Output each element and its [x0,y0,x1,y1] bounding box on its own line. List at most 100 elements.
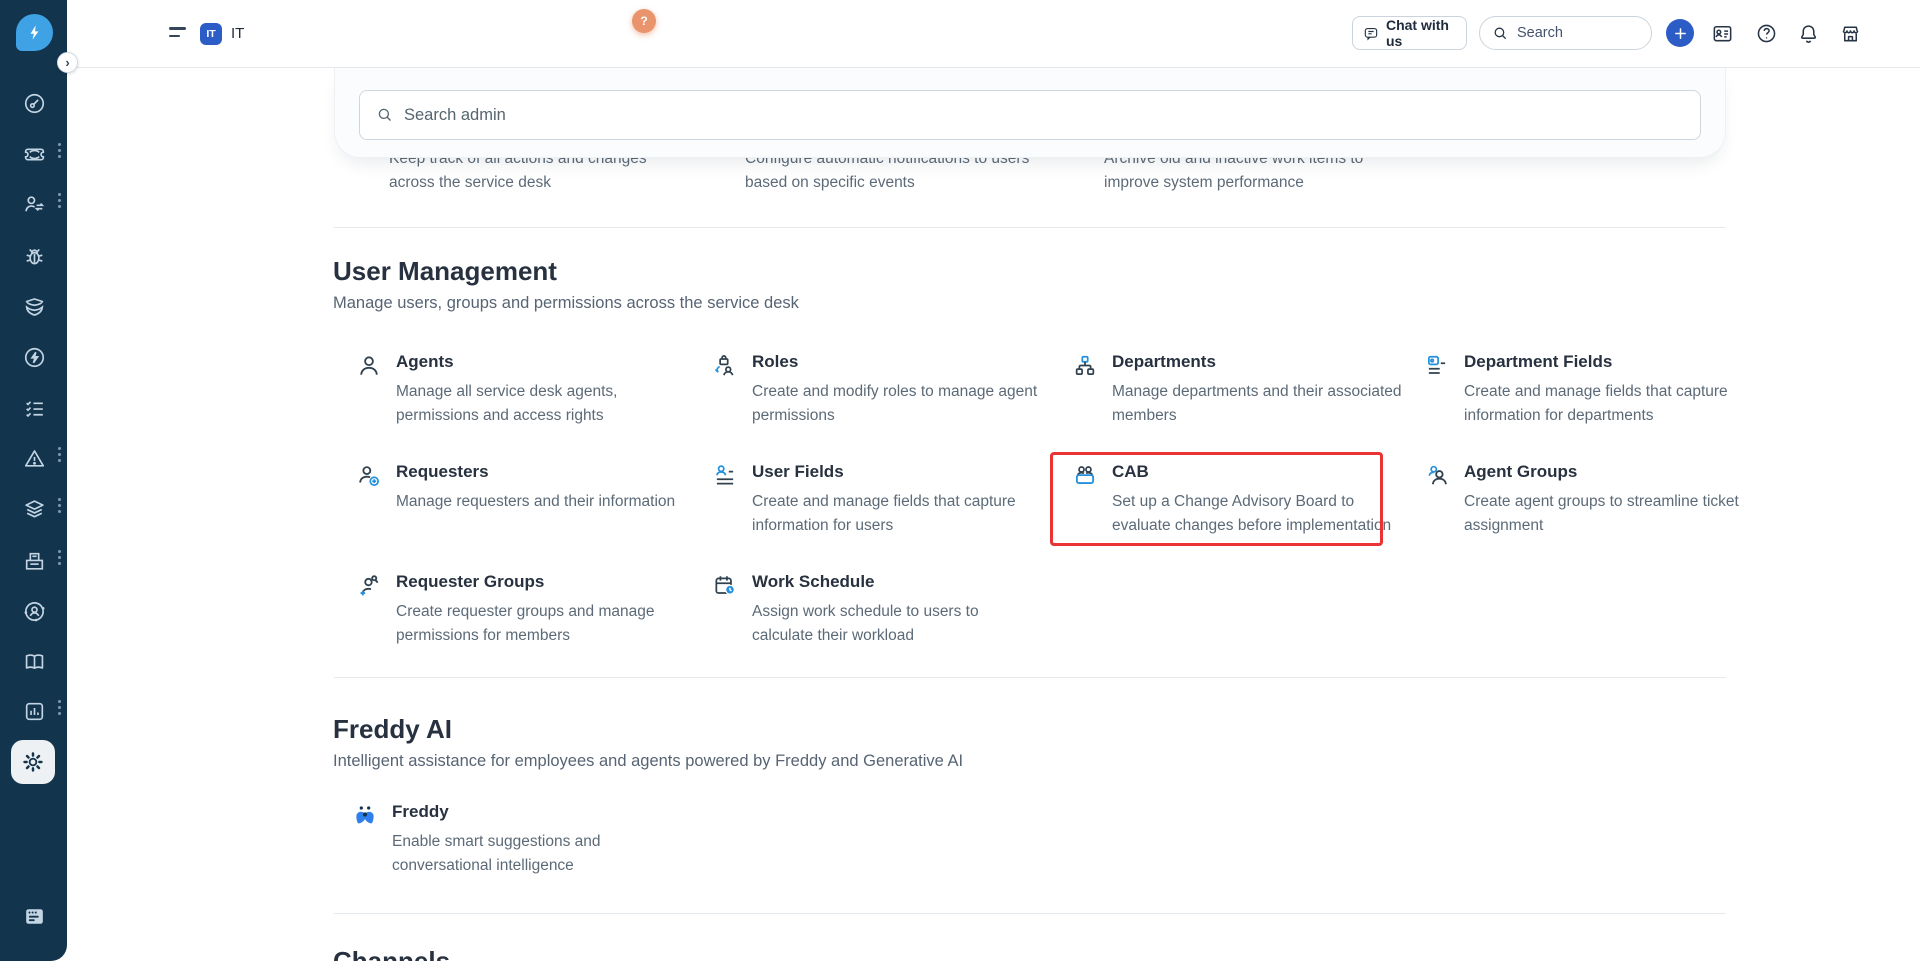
card-department-fields[interactable]: Department Fields Create and manage fiel… [1424,352,1754,428]
overview-desc-line: based on specific events [745,171,1065,195]
gear-icon [20,749,46,775]
bug-icon [22,244,47,269]
sidebar-item-automation[interactable] [20,343,48,371]
card-agents[interactable]: Agents Manage all service desk agents,pe… [356,352,686,428]
card-user-fields[interactable]: User Fields Create and manage fields tha… [712,462,1042,538]
overview-desc-line: across the service desk [389,171,689,195]
sidebar-item-assets[interactable] [20,495,48,523]
card-freddy[interactable]: Freddy Enable smart suggestions andconve… [352,802,682,878]
card-departments[interactable]: Departments Manage departments and their… [1072,352,1402,428]
card-agent-groups[interactable]: Agent Groups Create agent groups to stre… [1424,462,1754,538]
sidebar [0,0,67,961]
freshworks-logo[interactable] [16,14,53,51]
sidebar-item-esm[interactable] [20,597,48,625]
user-swap-icon [22,192,47,217]
card-roles[interactable]: Roles Create and modify roles to manage … [712,352,1042,428]
card-title: CAB [1112,462,1391,484]
card-title: Requester Groups [396,572,655,594]
sidebar-item-releases[interactable] [20,292,48,320]
plus-icon [1673,26,1688,41]
marketplace-button[interactable] [1838,21,1862,45]
help-circle-icon [1755,22,1778,45]
people-group-icon [1424,463,1450,489]
topbar: IT IT ? Chat with us [67,0,1920,68]
tickets-menu-button[interactable] [56,143,62,158]
section-subtitle-freddy-ai: Intelligent assistance for employees and… [333,752,963,771]
section-title-user-management: User Management [333,256,557,287]
card-title: Freddy [392,802,601,824]
card-work-schedule[interactable]: Work Schedule Assign work schedule to us… [712,572,1042,648]
book-icon [22,649,47,674]
sidebar-item-problems[interactable] [20,242,48,270]
card-title: Requesters [396,462,675,484]
chat-with-us-button[interactable]: Chat with us [1352,16,1467,50]
roles-lock-person-icon [712,353,738,379]
sidebar-item-settings[interactable] [11,740,55,784]
section-divider [334,677,1726,678]
shield-icon [22,294,47,319]
assets-menu-button[interactable] [56,498,62,513]
section-title-freddy-ai: Freddy AI [333,714,452,745]
sidebar-item-workspace-switcher[interactable] [20,902,48,930]
bar-chart-icon [22,699,47,724]
card-title: Roles [752,352,1037,374]
card-title: Departments [1112,352,1402,374]
chat-with-us-label: Chat with us [1386,17,1456,49]
changes-menu-button[interactable] [56,193,62,208]
admin-search-panel [334,68,1726,158]
storefront-icon [1839,22,1862,45]
section-title-channels: Channels [333,946,450,961]
card-title: Department Fields [1464,352,1728,374]
workspace-badge[interactable]: IT [200,23,222,45]
sidebar-item-changes[interactable] [20,190,48,218]
notifications-button[interactable] [1796,21,1820,45]
bolt-circle-icon [22,345,47,370]
org-chart-icon [1072,353,1098,379]
document-tray-icon [22,549,47,574]
card-requester-groups[interactable]: Requester Groups Create requester groups… [356,572,686,648]
user-orbit-icon [22,599,47,624]
sidebar-expand-button[interactable]: › [57,52,78,73]
search-icon [1492,25,1509,42]
person-add-icon [356,463,382,489]
person-icon [356,353,382,379]
card-title: Work Schedule [752,572,979,594]
section-divider [334,913,1726,914]
switch-account-button[interactable] [1710,21,1734,45]
card-cab[interactable]: CAB Set up a Change Advisory Board toeva… [1072,462,1402,538]
sidebar-item-contracts[interactable] [20,547,48,575]
bell-icon [1797,22,1820,45]
global-search[interactable] [1479,16,1652,50]
create-new-button[interactable] [1666,19,1694,47]
ticket-icon [22,142,47,167]
contracts-menu-button[interactable] [56,550,62,565]
app-window-icon [22,904,47,929]
search-icon [376,106,394,124]
sidebar-item-alerts[interactable] [20,444,48,472]
help-button[interactable] [1754,21,1778,45]
overview-desc-line: improve system performance [1104,171,1424,195]
sidebar-item-knowledge-base[interactable] [20,647,48,675]
freddy-icon [352,803,378,829]
help-beacon[interactable]: ? [632,9,656,33]
card-requesters[interactable]: Requesters Manage requesters and their i… [356,462,686,514]
freshservice-admin-page: › IT IT ? Chat with us [0,0,1920,961]
section-divider [334,227,1726,228]
card-title: Agent Groups [1464,462,1739,484]
analytics-menu-button[interactable] [56,700,62,715]
section-subtitle-user-management: Manage users, groups and permissions acr… [333,294,799,313]
card-title: Agents [396,352,617,374]
sidebar-item-tasks[interactable] [20,394,48,422]
checklist-icon [22,396,47,421]
alerts-menu-button[interactable] [56,447,62,462]
sidebar-item-dashboard[interactable] [20,89,48,117]
menu-toggle-icon[interactable] [169,27,187,40]
card-title: User Fields [752,462,1016,484]
sidebar-item-analytics[interactable] [20,697,48,725]
people-add-icon [356,573,382,599]
admin-search-input[interactable] [404,106,1684,125]
chat-bubble-icon [1363,24,1379,43]
global-search-input[interactable] [1517,25,1627,41]
sidebar-item-tickets[interactable] [20,140,48,168]
admin-search-box[interactable] [359,90,1701,140]
